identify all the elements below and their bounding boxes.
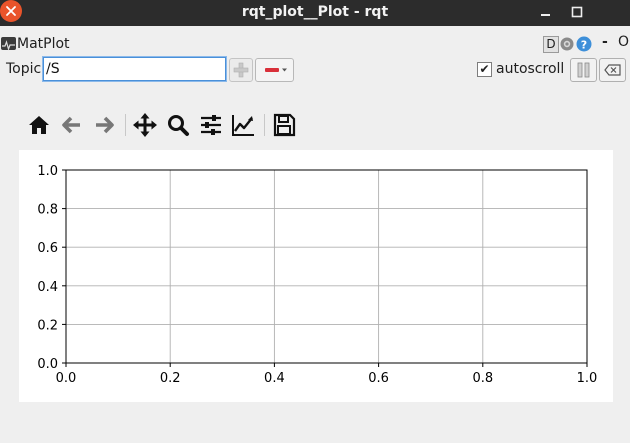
topic-label: Topic	[6, 61, 42, 77]
pause-button[interactable]	[570, 58, 597, 82]
toolbar-separator	[264, 114, 265, 136]
toolbar-separator	[125, 114, 126, 136]
forward-button[interactable]	[92, 113, 116, 137]
home-button[interactable]	[27, 113, 51, 137]
x-tick-label: 0.8	[472, 371, 493, 386]
x-tick-label: 0.4	[264, 371, 285, 386]
maximize-icon	[571, 6, 583, 18]
save-icon	[273, 113, 296, 137]
y-tick-label: 0.2	[37, 318, 58, 333]
add-topic-button[interactable]	[229, 58, 253, 82]
x-tick-label: 0.6	[368, 371, 389, 386]
help-icon[interactable]: ?	[576, 36, 592, 56]
clear-button[interactable]	[599, 58, 626, 82]
x-tick-label: 0.0	[56, 371, 77, 386]
configure-subplots-button[interactable]	[199, 113, 223, 137]
y-tick-label: 0.0	[37, 357, 58, 372]
pan-icon	[133, 113, 157, 137]
zoom-icon	[168, 115, 189, 136]
forward-arrow-icon	[96, 116, 114, 134]
x-tick-label: 0.2	[160, 371, 181, 386]
tick-layer: 0.0 0.2 0.4 0.6 0.8 1.0 0.0 0.2 0.4 0.6 0.8 1.0	[37, 164, 597, 386]
edit-axes-button[interactable]	[231, 113, 255, 137]
plot-plugin-icon	[1, 37, 16, 51]
plugin-title: MatPlot	[17, 36, 70, 52]
y-tick-label: 0.8	[37, 203, 58, 218]
remove-topic-button[interactable]	[255, 58, 294, 82]
save-button[interactable]	[272, 113, 296, 137]
dock-toggle-button[interactable]: D	[543, 36, 559, 53]
minimize-button[interactable]	[532, 0, 558, 26]
close-plugin-button[interactable]: O	[618, 34, 629, 50]
x-tick-label: 1.0	[577, 371, 598, 386]
autoscroll-checkbox[interactable]: ✔	[477, 62, 492, 77]
settings-gear-icon[interactable]	[559, 36, 575, 56]
hide-plugin-button[interactable]: -	[602, 34, 608, 50]
minus-dropdown-icon	[265, 68, 287, 72]
maximize-button[interactable]	[564, 0, 590, 26]
subplots-icon	[201, 115, 221, 135]
y-tick-label: 0.4	[37, 280, 58, 295]
axes-icon	[232, 115, 254, 136]
clear-icon	[604, 64, 621, 76]
plus-icon	[233, 62, 249, 78]
home-icon	[29, 116, 49, 134]
svg-text:?: ?	[581, 39, 587, 52]
plot-figure[interactable]: 0.0 0.2 0.4 0.6 0.8 1.0 0.0 0.2 0.4 0.6 0.8 1.0	[19, 150, 613, 402]
axes-frame	[65, 169, 588, 364]
autoscroll-label: autoscroll	[496, 61, 565, 77]
y-tick-label: 1.0	[37, 164, 58, 179]
zoom-button[interactable]	[166, 113, 190, 137]
plugin-header: MatPlot D ? - O	[0, 33, 630, 55]
plot-canvas[interactable]: 0.0 0.2 0.4 0.6 0.8 1.0 0.0 0.2 0.4 0.6 0.8 1.0	[19, 150, 613, 402]
pan-button[interactable]	[133, 113, 157, 137]
grid-layer	[65, 169, 588, 364]
back-arrow-icon	[62, 116, 80, 134]
minimize-icon	[541, 14, 550, 16]
window-titlebar[interactable]: rqt_plot__Plot - rqt	[0, 0, 630, 26]
back-button[interactable]	[60, 113, 84, 137]
topic-input[interactable]	[43, 57, 226, 81]
y-tick-label: 0.6	[37, 241, 58, 256]
pause-icon	[577, 62, 590, 78]
